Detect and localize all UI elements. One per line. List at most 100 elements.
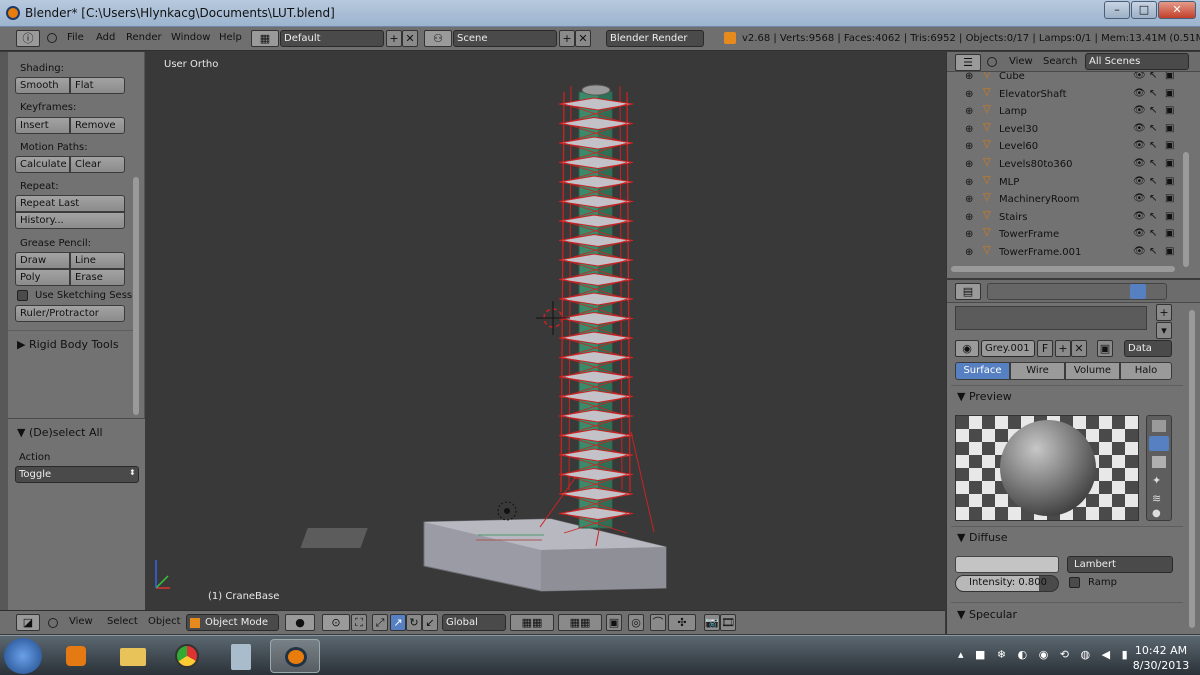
diffuse-panel-header[interactable]: ▼ Diffuse — [957, 531, 1008, 544]
preview-flat-icon[interactable] — [1152, 420, 1166, 432]
expand-icon[interactable]: ⊕ — [965, 106, 973, 117]
calculator-icon[interactable] — [216, 639, 266, 673]
collapse-menu-icon[interactable] — [987, 57, 997, 67]
add-layout-button[interactable]: + — [386, 30, 402, 47]
material-browse-icon[interactable]: ◉ — [955, 340, 979, 357]
visibility-eye-icon[interactable]: 👁 — [1133, 211, 1146, 222]
properties-scrollbar[interactable] — [1189, 310, 1195, 628]
render-opengl-icon[interactable]: 📷 — [704, 614, 720, 631]
layer-buttons-2[interactable]: ▦▦ — [558, 614, 602, 631]
outliner-item[interactable]: ⊕ ▽ MachineryRoom 👁 ↖ ▣ — [947, 191, 1177, 209]
preview-cube-icon[interactable] — [1152, 456, 1166, 468]
visibility-eye-icon[interactable]: 👁 — [1133, 158, 1146, 169]
chrome-icon[interactable] — [162, 639, 212, 673]
pivot-only-icon[interactable]: ⛶ — [351, 614, 367, 631]
material-context-icon[interactable] — [1130, 284, 1146, 299]
visibility-eye-icon[interactable]: 👁 — [1133, 105, 1146, 116]
menu-view[interactable]: View — [69, 616, 93, 627]
editor-type-icon[interactable]: ☰ — [955, 54, 981, 71]
visibility-eye-icon[interactable]: 👁 — [1133, 193, 1146, 204]
new-material-button[interactable]: + — [1055, 340, 1071, 357]
start-button[interactable] — [4, 638, 42, 674]
add-slot-button[interactable]: + — [1156, 304, 1172, 321]
viewport-shading-select[interactable]: ● — [285, 614, 315, 631]
expand-icon[interactable]: ⊕ — [965, 212, 973, 223]
selectable-arrow-icon[interactable]: ↖ — [1149, 88, 1157, 99]
outliner-menu-view[interactable]: View — [1009, 56, 1033, 67]
manipulator-toggle-icon[interactable]: ⤢ — [372, 614, 388, 631]
expand-icon[interactable]: ⊕ — [965, 124, 973, 135]
sketching-checkbox[interactable] — [17, 290, 28, 301]
ruler-protractor-button[interactable]: Ruler/Protractor — [15, 305, 125, 322]
diffuse-shader-select[interactable]: Lambert — [1067, 556, 1173, 573]
outliner-h-scrollbar[interactable] — [951, 266, 1175, 272]
tab-halo[interactable]: Halo — [1120, 362, 1172, 380]
scale-manipulator-icon[interactable]: ↙ — [422, 614, 438, 631]
outliner-item[interactable]: ⊕ ▽ Levels80to360 👁 ↖ ▣ — [947, 156, 1177, 174]
expand-icon[interactable]: ⊕ — [965, 229, 973, 240]
render-engine-select[interactable]: Blender Render — [606, 30, 704, 47]
editor-type-icon[interactable]: ⓘ — [16, 30, 40, 47]
file-explorer-icon[interactable] — [108, 639, 158, 673]
menu-file[interactable]: File — [67, 32, 84, 43]
tab-volume[interactable]: Volume — [1065, 362, 1120, 380]
selectable-arrow-icon[interactable]: ↖ — [1149, 158, 1157, 169]
render-camera-icon[interactable]: ▣ — [1165, 246, 1174, 257]
history-button[interactable]: History... — [15, 212, 125, 229]
preview-sky-icon[interactable]: ● — [1152, 508, 1166, 519]
visibility-eye-icon[interactable]: 👁 — [1133, 228, 1146, 239]
editor-type-icon[interactable]: ▤ — [955, 283, 981, 300]
menu-select[interactable]: Select — [107, 616, 138, 627]
smooth-button[interactable]: Smooth — [15, 77, 70, 94]
insert-keyframe-button[interactable]: Insert — [15, 117, 70, 134]
screen-layout-field[interactable]: Default — [280, 30, 384, 47]
unlink-material-button[interactable]: ✕ — [1071, 340, 1087, 357]
intensity-slider[interactable]: Intensity: 0.800 — [955, 575, 1059, 592]
lock-layers-icon[interactable]: ▣ — [606, 614, 622, 631]
rigid-body-panel-header[interactable]: ▶ Rigid Body Tools — [17, 338, 119, 351]
screen-layout-icon[interactable]: ▦ — [251, 30, 279, 47]
add-scene-button[interactable]: + — [559, 30, 575, 47]
selectable-arrow-icon[interactable]: ↖ — [1149, 123, 1157, 134]
maximize-button[interactable]: □ — [1131, 1, 1157, 19]
close-button[interactable]: ✕ — [1158, 1, 1196, 19]
menu-render[interactable]: Render — [126, 32, 162, 43]
repeat-last-button[interactable]: Repeat Last — [15, 195, 125, 212]
outliner-item[interactable]: ⊕ ▽ TowerFrame.001 👁 ↖ ▣ — [947, 244, 1177, 262]
layer-buttons-1[interactable]: ▦▦ — [510, 614, 554, 631]
render-camera-icon[interactable]: ▣ — [1165, 123, 1174, 134]
ramp-checkbox[interactable] — [1069, 577, 1080, 588]
minimize-button[interactable]: – — [1104, 1, 1130, 19]
expand-icon[interactable]: ⊕ — [965, 159, 973, 170]
visibility-eye-icon[interactable]: 👁 — [1133, 88, 1146, 99]
render-camera-icon[interactable]: ▣ — [1165, 158, 1174, 169]
proportional-edit-icon[interactable]: ◎ — [628, 614, 644, 631]
material-slot-list[interactable] — [955, 306, 1147, 330]
scene-field[interactable]: Scene — [453, 30, 557, 47]
remove-layout-button[interactable]: ✕ — [402, 30, 418, 47]
menu-help[interactable]: Help — [219, 32, 242, 43]
outliner-item[interactable]: ⊕ ▽ Lamp 👁 ↖ ▣ — [947, 103, 1177, 121]
poly-button[interactable]: Poly — [15, 269, 70, 286]
blender-taskbar-icon[interactable] — [270, 639, 320, 673]
action-select[interactable]: Toggle — [15, 466, 139, 483]
expand-icon[interactable]: ⊕ — [965, 72, 973, 82]
preview-hair-icon[interactable]: ≋ — [1152, 492, 1166, 505]
display-mode-select[interactable]: All Scenes — [1085, 53, 1189, 70]
last-operator-header[interactable]: ▼ (De)select All — [17, 426, 103, 439]
scene-icon[interactable]: ⚇ — [424, 30, 452, 47]
preview-panel-header[interactable]: ▼ Preview — [957, 390, 1012, 403]
render-camera-icon[interactable]: ▣ — [1165, 72, 1174, 81]
render-camera-icon[interactable]: ▣ — [1165, 176, 1174, 187]
tool-shelf-scrollbar[interactable] — [133, 177, 139, 415]
material-name-field[interactable]: Grey.001 — [981, 340, 1035, 357]
outliner-item[interactable]: ⊕ ▽ TowerFrame 👁 ↖ ▣ — [947, 226, 1177, 244]
render-camera-icon[interactable]: ▣ — [1165, 140, 1174, 151]
specular-panel-header[interactable]: ▼ Specular — [957, 608, 1017, 621]
selectable-arrow-icon[interactable]: ↖ — [1149, 228, 1157, 239]
outliner-item[interactable]: ⊕ ▽ Stairs 👁 ↖ ▣ — [947, 209, 1177, 227]
preview-sphere-icon[interactable] — [1149, 436, 1169, 451]
calculate-paths-button[interactable]: Calculate — [15, 156, 70, 173]
slot-menu-icon[interactable]: ▾ — [1156, 322, 1172, 339]
3d-viewport[interactable]: User Ortho (1) CraneBase — [146, 52, 945, 610]
